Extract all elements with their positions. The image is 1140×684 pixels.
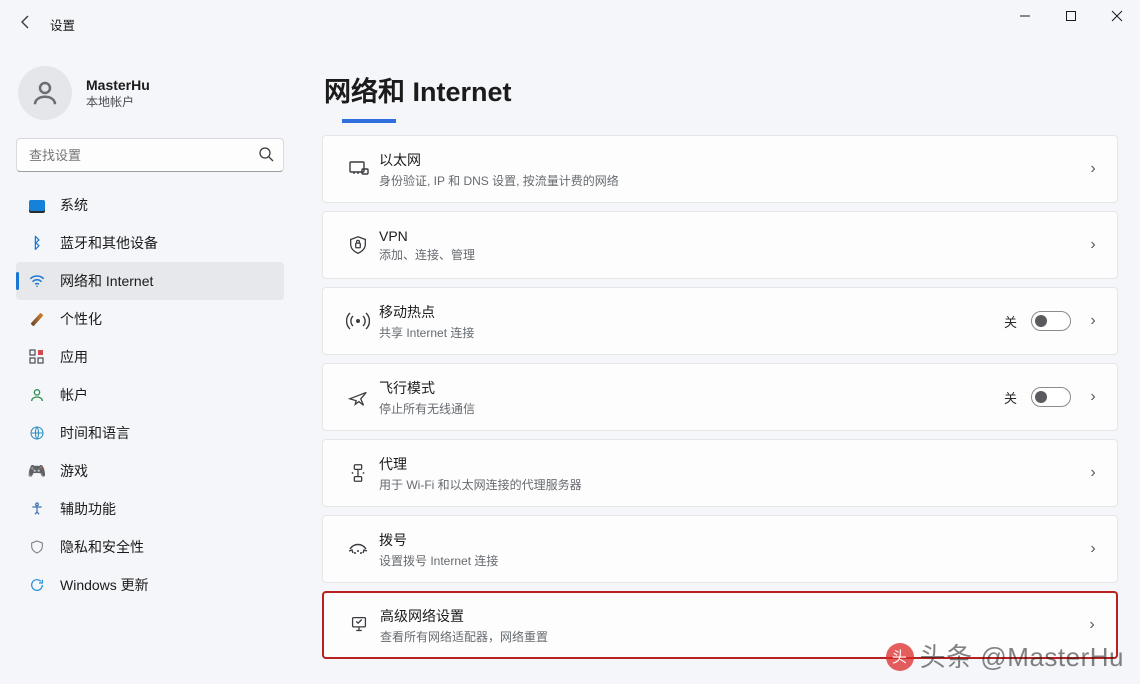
card-title: 代理 — [379, 454, 1085, 474]
gamepad-icon: 🎮 — [28, 462, 46, 480]
bluetooth-icon: ᛒ — [28, 234, 46, 252]
card-subtitle: 共享 Internet 连接 — [379, 324, 1004, 341]
sidebar-item-person[interactable]: 帐户 — [16, 376, 284, 414]
card-title: 拨号 — [379, 530, 1085, 550]
sidebar-item-label: Windows 更新 — [60, 575, 149, 595]
setting-card-airplane[interactable]: 飞行模式停止所有无线通信关 › — [322, 363, 1118, 431]
accent-divider — [342, 117, 396, 123]
vpn-icon — [337, 234, 379, 256]
card-subtitle: 设置拨号 Internet 连接 — [379, 552, 1085, 569]
profile-name: MasterHu — [86, 77, 150, 93]
sidebar-item-label: 游戏 — [60, 461, 88, 481]
sidebar-item-label: 蓝牙和其他设备 — [60, 233, 158, 253]
apps-icon — [28, 348, 46, 366]
chevron-right-icon: › — [1085, 388, 1101, 406]
setting-card-hotspot[interactable]: 移动热点共享 Internet 连接关 › — [322, 287, 1118, 355]
chevron-right-icon: › — [1085, 160, 1101, 178]
search-icon — [258, 146, 274, 167]
globe-icon — [28, 424, 46, 442]
sidebar-item-apps[interactable]: 应用 — [16, 338, 284, 376]
profile-block[interactable]: MasterHu 本地帐户 — [18, 66, 284, 120]
brush-icon — [28, 310, 46, 328]
airplane-icon — [337, 386, 379, 408]
watermark-text: 头条 @MasterHu — [920, 642, 1124, 672]
card-title: 高级网络设置 — [380, 606, 1084, 626]
chevron-right-icon: › — [1085, 464, 1101, 482]
window-title: 设置 — [50, 15, 75, 34]
card-title: 移动热点 — [379, 302, 1004, 322]
sidebar-item-monitor[interactable]: 系统 — [16, 186, 284, 224]
profile-account-type: 本地帐户 — [86, 93, 150, 110]
page-title: 网络和 Internet — [324, 70, 1118, 109]
sidebar-item-gamepad[interactable]: 🎮 游戏 — [16, 452, 284, 490]
dialup-icon — [337, 537, 379, 561]
shield-icon — [28, 538, 46, 556]
update-icon — [28, 576, 46, 594]
sidebar-item-update[interactable]: Windows 更新 — [16, 566, 284, 604]
sidebar-item-shield[interactable]: 隐私和安全性 — [16, 528, 284, 566]
sidebar-item-label: 辅助功能 — [60, 499, 116, 519]
watermark-logo-icon: 头 — [886, 643, 914, 671]
accessibility-icon — [28, 500, 46, 518]
chevron-right-icon: › — [1085, 312, 1101, 330]
proxy-icon — [337, 462, 379, 484]
sidebar-item-label: 隐私和安全性 — [60, 537, 144, 557]
maximize-button[interactable] — [1048, 0, 1094, 32]
sidebar-item-wifi[interactable]: 网络和 Internet — [16, 262, 284, 300]
sidebar-item-label: 应用 — [60, 347, 88, 367]
sidebar-item-label: 个性化 — [60, 309, 102, 329]
person-icon — [28, 386, 46, 404]
sidebar-item-bluetooth[interactable]: ᛒ 蓝牙和其他设备 — [16, 224, 284, 262]
chevron-right-icon: › — [1085, 540, 1101, 558]
avatar — [18, 66, 72, 120]
advanced-icon — [338, 614, 380, 636]
monitor-icon — [28, 196, 46, 214]
setting-card-proxy[interactable]: 代理用于 Wi-Fi 和以太网连接的代理服务器› — [322, 439, 1118, 507]
chevron-right-icon: › — [1085, 236, 1101, 254]
setting-card-dialup[interactable]: 拨号设置拨号 Internet 连接› — [322, 515, 1118, 583]
sidebar-item-label: 网络和 Internet — [60, 271, 153, 291]
sidebar-item-label: 帐户 — [60, 385, 88, 405]
minimize-button[interactable] — [1002, 0, 1048, 32]
setting-card-vpn[interactable]: VPN 添加、连接、管理› — [322, 211, 1118, 279]
sidebar-item-accessibility[interactable]: 辅助功能 — [16, 490, 284, 528]
card-subtitle: 用于 Wi-Fi 和以太网连接的代理服务器 — [379, 476, 1085, 493]
card-subtitle: 身份验证, IP 和 DNS 设置, 按流量计费的网络 — [379, 172, 1085, 189]
sidebar-item-label: 系统 — [60, 195, 88, 215]
search-box[interactable] — [16, 138, 284, 172]
card-title: 以太网 — [379, 150, 1085, 170]
card-subtitle: 添加、连接、管理 — [379, 246, 1085, 263]
back-button[interactable] — [14, 14, 38, 35]
chevron-right-icon: › — [1084, 616, 1100, 634]
wifi-icon — [28, 272, 46, 290]
card-title: VPN — [379, 228, 1085, 244]
toggle-state-label: 关 — [1004, 388, 1017, 407]
watermark: 头头条 @MasterHu — [886, 637, 1124, 674]
toggle-switch[interactable] — [1031, 387, 1071, 407]
sidebar-item-brush[interactable]: 个性化 — [16, 300, 284, 338]
hotspot-icon — [337, 309, 379, 333]
toggle-switch[interactable] — [1031, 311, 1071, 331]
card-subtitle: 停止所有无线通信 — [379, 400, 1004, 417]
sidebar-item-globe[interactable]: 时间和语言 — [16, 414, 284, 452]
sidebar-item-label: 时间和语言 — [60, 423, 130, 443]
setting-card-ethernet[interactable]: 以太网身份验证, IP 和 DNS 设置, 按流量计费的网络› — [322, 135, 1118, 203]
ethernet-icon — [337, 157, 379, 181]
search-input[interactable] — [16, 138, 284, 172]
card-title: 飞行模式 — [379, 378, 1004, 398]
close-button[interactable] — [1094, 0, 1140, 32]
toggle-state-label: 关 — [1004, 312, 1017, 331]
